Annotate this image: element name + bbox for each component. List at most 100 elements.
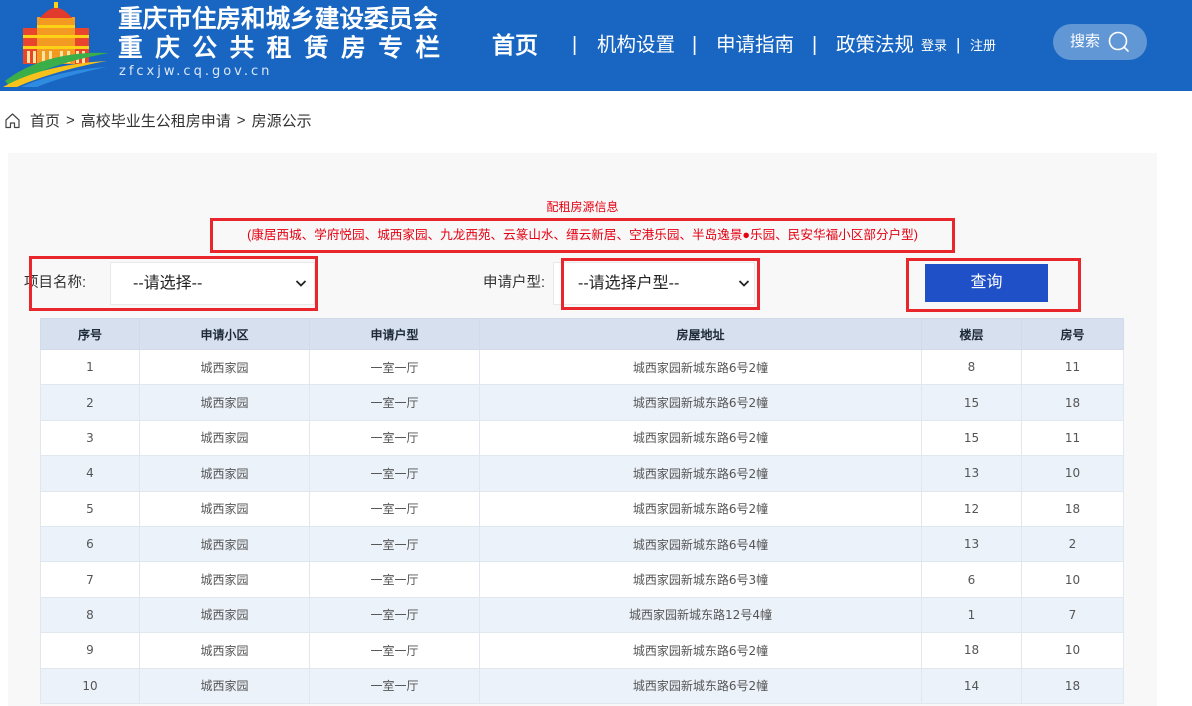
col-header-community: 申请小区 xyxy=(139,318,310,350)
cell-unit-type: 一室一厅 xyxy=(309,455,480,492)
table-row: 1 城西家园 一室一厅 城西家园新城东路6号2幢 8 11 xyxy=(40,348,1124,386)
cell-community: 城西家园 xyxy=(139,525,310,563)
nav-policies[interactable]: 政策法规 xyxy=(836,31,914,59)
nav-organization[interactable]: 机构设置 xyxy=(597,31,675,59)
housing-table: 序号 申请小区 申请户型 房屋地址 楼层 房号 1 城西家园 一室一厅 城西家园新城东… xyxy=(40,318,1124,704)
nav-application-guide[interactable]: 申请指南 xyxy=(716,31,794,59)
unit-type-select-value: --请选择户型-- xyxy=(578,275,680,292)
site-title: 重庆市住房和城乡建设委员会 xyxy=(118,6,438,33)
cell-unit-type: 一室一厅 xyxy=(309,632,480,669)
cell-unit-type: 一室一厅 xyxy=(309,667,480,704)
site-domain: zfcxjw.cq.gov.cn xyxy=(119,64,273,79)
cell-index: 1 xyxy=(40,348,140,386)
unit-type-select[interactable]: --请选择户型-- xyxy=(553,262,755,305)
cell-community: 城西家园 xyxy=(139,490,310,527)
cell-community: 城西家园 xyxy=(139,348,310,386)
table-row: 3 城西家园 一室一厅 城西家园新城东路6号2幢 15 11 xyxy=(40,419,1124,457)
building-logo-icon[interactable] xyxy=(3,1,109,87)
table-row: 8 城西家园 一室一厅 城西家园新城东路12号4幢 1 7 xyxy=(40,596,1124,634)
table-header-row: 序号 申请小区 申请户型 房屋地址 楼层 房号 xyxy=(40,318,1124,350)
table-body: 1 城西家园 一室一厅 城西家园新城东路6号2幢 8 11 2 城西家园 一室一厅 城西家园新城东… xyxy=(40,348,1124,704)
cell-address: 城西家园新城东路6号2幢 xyxy=(479,490,922,527)
home-icon[interactable] xyxy=(4,112,21,129)
cell-room: 7 xyxy=(1021,596,1124,634)
table-row: 10 城西家园 一室一厅 城西家园新城东路6号2幢 14 18 xyxy=(40,667,1124,704)
nav-separator: | xyxy=(812,34,818,56)
cell-floor: 14 xyxy=(921,667,1022,704)
cell-room: 10 xyxy=(1021,561,1124,598)
breadcrumb-current: 房源公示 xyxy=(251,112,312,130)
nav-home[interactable]: 首页 xyxy=(492,30,538,60)
col-header-room: 房号 xyxy=(1021,318,1124,350)
cell-floor: 13 xyxy=(921,455,1022,492)
cell-address: 城西家园新城东路6号2幢 xyxy=(479,384,922,421)
panel-title: 配租房源信息 xyxy=(546,200,619,214)
cell-floor: 15 xyxy=(921,384,1022,421)
cell-address: 城西家园新城东路12号4幢 xyxy=(479,596,922,634)
cell-floor: 18 xyxy=(921,632,1022,669)
query-button[interactable]: 查询 xyxy=(925,264,1048,302)
cell-floor: 13 xyxy=(921,525,1022,563)
cell-index: 5 xyxy=(40,490,140,527)
cell-address: 城西家园新城东路6号4幢 xyxy=(479,525,922,563)
search-button[interactable]: 搜索 xyxy=(1053,24,1147,60)
register-link[interactable]: 注册 xyxy=(970,38,996,54)
cell-unit-type: 一室一厅 xyxy=(309,419,480,457)
cell-unit-type: 一室一厅 xyxy=(309,348,480,386)
breadcrumb-home[interactable]: 首页 xyxy=(30,110,60,131)
cell-room: 10 xyxy=(1021,632,1124,669)
cell-room: 18 xyxy=(1021,667,1124,704)
nav-separator: | xyxy=(572,34,578,56)
cell-index: 9 xyxy=(40,632,140,669)
col-header-floor: 楼层 xyxy=(921,318,1022,350)
breadcrumb-separator: > xyxy=(66,111,75,129)
cell-community: 城西家园 xyxy=(139,455,310,492)
cell-index: 10 xyxy=(40,667,140,704)
cell-floor: 8 xyxy=(921,348,1022,386)
search-label: 搜索 xyxy=(1070,33,1101,50)
cell-community: 城西家园 xyxy=(139,384,310,421)
cell-index: 2 xyxy=(40,384,140,421)
cell-community: 城西家园 xyxy=(139,667,310,704)
cell-room: 2 xyxy=(1021,525,1124,563)
cell-address: 城西家园新城东路6号2幢 xyxy=(479,419,922,457)
cell-floor: 1 xyxy=(921,596,1022,634)
cell-unit-type: 一室一厅 xyxy=(309,561,480,598)
cell-index: 7 xyxy=(40,561,140,598)
project-name-label: 项目名称: xyxy=(24,275,87,291)
unit-type-label: 申请户型: xyxy=(483,275,546,291)
cell-floor: 15 xyxy=(921,419,1022,457)
chevron-down-icon xyxy=(738,280,750,287)
cell-index: 4 xyxy=(40,455,140,492)
cell-index: 3 xyxy=(40,419,140,457)
cell-community: 城西家园 xyxy=(139,632,310,669)
site-header: 重庆市住房和城乡建设委员会 重庆公共租赁房专栏 zfcxjw.cq.gov.cn… xyxy=(0,0,1192,91)
col-header-unit-type: 申请户型 xyxy=(309,318,480,350)
cell-address: 城西家园新城东路6号3幢 xyxy=(479,561,922,598)
project-select[interactable]: --请选择-- xyxy=(110,262,315,305)
cell-room: 11 xyxy=(1021,419,1124,457)
cell-unit-type: 一室一厅 xyxy=(309,596,480,634)
cell-unit-type: 一室一厅 xyxy=(309,525,480,563)
breadcrumb-separator: > xyxy=(236,111,246,129)
table-row: 7 城西家园 一室一厅 城西家园新城东路6号3幢 6 10 xyxy=(40,561,1124,598)
login-link[interactable]: 登录 xyxy=(921,38,947,54)
cell-room: 11 xyxy=(1021,348,1124,386)
panel-subtitle: (康居西城、学府悦园、城西家园、九龙西苑、云篆山水、缙云新居、空港乐园、半岛逸景… xyxy=(247,228,918,242)
table-row: 6 城西家园 一室一厅 城西家园新城东路6号4幢 13 2 xyxy=(40,525,1124,563)
site-subtitle: 重庆公共租赁房专栏 xyxy=(118,35,453,62)
search-icon xyxy=(1108,31,1129,52)
cell-floor: 6 xyxy=(921,561,1022,598)
cell-index: 8 xyxy=(40,596,140,634)
breadcrumb-graduate-rental[interactable]: 高校毕业生公租房申请 xyxy=(81,110,231,131)
cell-address: 城西家园新城东路6号2幢 xyxy=(479,348,922,386)
table-row: 5 城西家园 一室一厅 城西家园新城东路6号2幢 12 18 xyxy=(40,490,1124,527)
table-row: 2 城西家园 一室一厅 城西家园新城东路6号2幢 15 18 xyxy=(40,384,1124,421)
nav-separator: | xyxy=(692,34,698,56)
cell-room: 10 xyxy=(1021,455,1124,492)
cell-floor: 12 xyxy=(921,490,1022,527)
login-separator: | xyxy=(956,35,961,54)
table-row: 9 城西家园 一室一厅 城西家园新城东路6号2幢 18 10 xyxy=(40,632,1124,669)
cell-room: 18 xyxy=(1021,384,1124,421)
chevron-down-icon xyxy=(295,280,307,287)
